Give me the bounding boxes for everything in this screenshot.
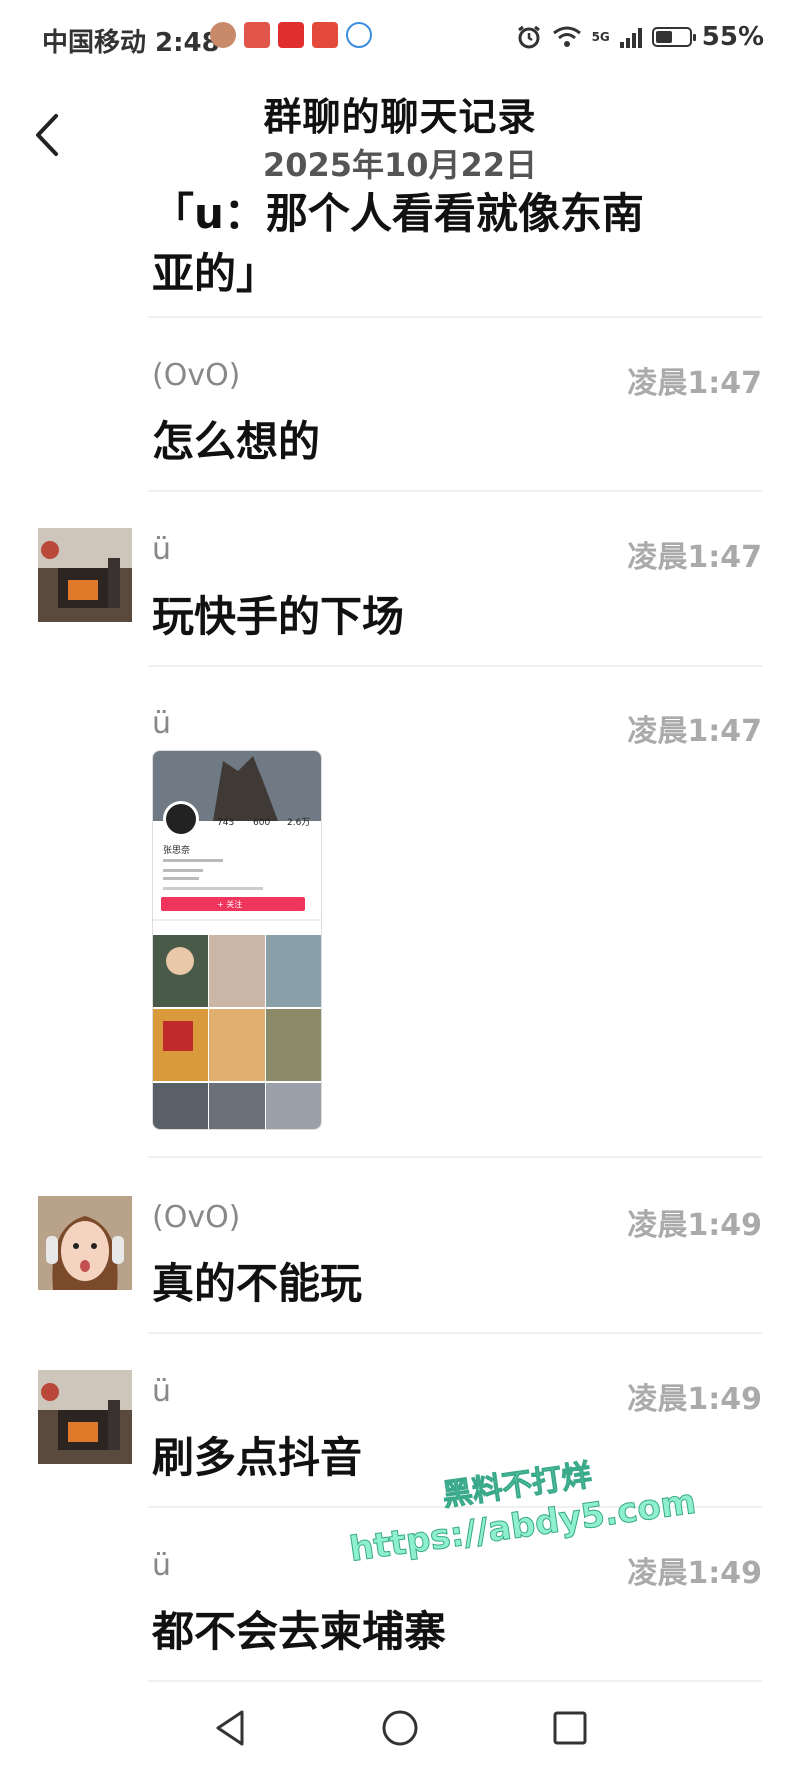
battery-icon (651, 27, 696, 47)
avatar[interactable] (38, 1196, 132, 1290)
system-nav-bar (0, 1688, 800, 1768)
stat-following: 743 (217, 818, 234, 828)
profile-name: 张思奈 (163, 844, 190, 856)
divider (148, 490, 762, 492)
alarm-icon (517, 25, 540, 49)
sender-name: ü (152, 706, 172, 741)
message-time: 凌晨1:47 (627, 714, 762, 749)
divider (148, 1332, 762, 1334)
sender-name: ü (152, 532, 172, 567)
network-label: 5G (591, 30, 610, 44)
status-bar: 中国移动 2:48 5G 55% (0, 0, 800, 80)
message-text: 玩快手的下场 (152, 592, 405, 641)
message-text: 都不会去柬埔寨 (152, 1607, 447, 1656)
signal-icon (619, 26, 642, 48)
previous-message-text: 「u：那个人看看就像东南亚的」 (152, 189, 644, 298)
divider (148, 1680, 762, 1682)
stat-likes: 2.6万 (287, 818, 310, 828)
sender-name: (OvO) (152, 358, 241, 393)
message-time: 凌晨1:47 (627, 366, 762, 401)
carrier-time: 中国移动 2:48 (42, 28, 220, 58)
follow-button-label: + 关注 (217, 899, 242, 909)
message-text: 真的不能玩 (152, 1259, 363, 1308)
app-notification-icon (244, 22, 270, 48)
message-image[interactable]: 743 600 2.6万 张思奈 + 关注 (152, 750, 322, 1130)
battery-percent: 55% (701, 22, 764, 52)
avatar-notification-icon (210, 22, 236, 48)
sender-name: (OvO) (152, 1200, 241, 1235)
app-notification-icon (278, 22, 304, 48)
message-time: 凌晨1:47 (627, 540, 762, 575)
app-notification-icon (312, 22, 338, 48)
message-time: 凌晨1:49 (627, 1382, 762, 1417)
app-notification-icon (346, 22, 372, 48)
divider (148, 316, 762, 318)
avatar[interactable] (38, 528, 132, 622)
nav-home-icon[interactable] (380, 1708, 420, 1752)
wifi-icon (552, 26, 581, 47)
divider (148, 1156, 762, 1158)
message-time: 凌晨1:49 (627, 1208, 762, 1243)
message-text: 刷多点抖音 (152, 1433, 363, 1482)
nav-back-icon[interactable] (210, 1708, 250, 1752)
chat-date: 2025年10月22日 (262, 146, 538, 184)
divider (148, 665, 762, 667)
page-title: 群聊的聊天记录 (263, 95, 537, 139)
sender-name: ü (152, 1548, 172, 1583)
notification-icons (210, 22, 372, 48)
avatar[interactable] (38, 1370, 132, 1464)
message-text: 怎么想的 (152, 417, 321, 466)
stat-fans: 600 (253, 818, 270, 828)
message-time: 凌晨1:49 (627, 1556, 762, 1591)
nav-recents-icon[interactable] (550, 1708, 590, 1752)
sender-name: ü (152, 1374, 172, 1409)
